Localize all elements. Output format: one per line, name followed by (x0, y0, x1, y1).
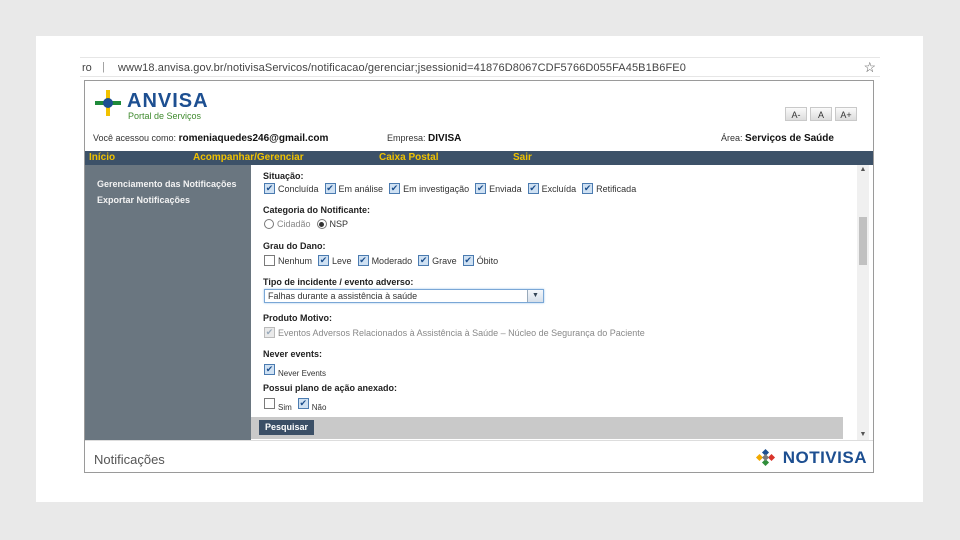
produto-label: Produto Motivo: (263, 313, 332, 323)
bookmark-star-icon[interactable]: ☆ (863, 59, 876, 76)
sidebar-item-exportar[interactable]: Exportar Notificações (97, 195, 190, 205)
situacao-option-label: Enviada (489, 183, 522, 194)
notivisa-logo: NOTIVISA (755, 448, 867, 468)
plano-label: Possui plano de ação anexado: (263, 383, 398, 393)
company-name: DIVISA (428, 133, 462, 144)
plano-checkbox-nao[interactable]: ✔ (297, 398, 309, 409)
site-header: ANVISA Portal de Serviços A- A A+ Você a… (85, 81, 873, 151)
produto-checkbox: ✔ (264, 327, 275, 338)
situacao-option-label: Excluída (541, 183, 577, 194)
font-reset-button[interactable]: A (810, 107, 832, 121)
produto-option-label: Eventos Adversos Relacionados à Assistên… (278, 327, 645, 338)
situacao-checkbox[interactable]: ✔ (582, 183, 594, 194)
plano-options: Sim ✔ Não (264, 395, 332, 412)
footer-title: Notificações (94, 452, 165, 467)
chevron-down-icon[interactable]: ▼ (527, 290, 543, 302)
browser-page: ANVISA Portal de Serviços A- A A+ Você a… (84, 80, 874, 473)
vertical-scrollbar[interactable]: ▲ ▼ (857, 165, 869, 440)
grau-options: Nenhum ✔ Leve ✔ Moderado ✔ Grave ✔ Óbito (264, 255, 504, 266)
scroll-up-icon[interactable]: ▲ (857, 165, 869, 175)
grau-option-label: Moderado (371, 255, 413, 266)
categoria-label: Categoria do Notificante: (263, 205, 371, 215)
anvisa-logo-icon (95, 90, 121, 116)
categoria-radio-nsp[interactable] (316, 219, 327, 229)
grau-option-label: Óbito (476, 255, 499, 266)
grau-checkbox[interactable]: ✔ (357, 255, 369, 266)
categoria-option-label: Cidadão (277, 219, 311, 229)
sidebar-item-gerenciamento[interactable]: Gerenciamento das Notificações (97, 179, 237, 189)
never-options: ✔ Never Events (264, 361, 332, 378)
area-info: Área: Serviços de Saúde (721, 133, 834, 144)
never-label: Never events: (263, 349, 323, 359)
font-increase-button[interactable]: A+ (835, 107, 857, 121)
search-bar: Pesquisar (251, 417, 843, 439)
user-label: Você acessou como: (93, 133, 177, 143)
situacao-checkbox[interactable]: ✔ (475, 183, 487, 194)
plano-option-label: Sim (278, 403, 292, 412)
company-info: Empresa: DIVISA (387, 133, 461, 144)
menu-item-sair[interactable]: Sair (513, 152, 532, 163)
address-url[interactable]: www18.anvisa.gov.br/notivisaServicos/not… (118, 62, 686, 74)
menu-item-acompanhar[interactable]: Acompanhar/Gerenciar (193, 152, 304, 163)
situacao-checkbox[interactable]: ✔ (527, 183, 539, 194)
produto-options: ✔ Eventos Adversos Relacionados à Assistê… (264, 327, 651, 338)
tipo-label: Tipo de incidente / evento adverso: (263, 277, 414, 287)
grau-option-label: Grave (432, 255, 457, 266)
tipo-selected-value: Falhas durante a assistência à saúde (268, 291, 418, 301)
menu-item-inicio[interactable]: Início (89, 152, 115, 163)
categoria-radio-cidadao[interactable] (264, 219, 274, 229)
plano-option-label: Não (311, 403, 327, 412)
situacao-checkbox[interactable]: ✔ (389, 183, 401, 194)
user-info-bar: Você acessou como: romeniaquedes246@gmai… (85, 129, 873, 149)
situacao-label: Situação: (263, 171, 304, 181)
user-info: Você acessou como: romeniaquedes246@gmai… (93, 133, 328, 144)
font-decrease-button[interactable]: A- (785, 107, 807, 121)
search-button[interactable]: Pesquisar (259, 420, 315, 435)
grau-checkbox[interactable] (264, 255, 275, 266)
grau-checkbox[interactable]: ✔ (318, 255, 330, 266)
situacao-option-label: Retificada (596, 183, 637, 194)
font-size-controls: A- A A+ (785, 107, 857, 121)
area-name: Serviços de Saúde (745, 133, 834, 144)
situacao-checkbox[interactable]: ✔ (264, 183, 275, 194)
brand-name: ANVISA (127, 90, 209, 112)
address-prefix: ro (82, 62, 92, 74)
never-checkbox[interactable]: ✔ (264, 364, 275, 375)
page-footer: Notificações NOTIVISA (85, 440, 873, 472)
notivisa-mark-icon (755, 448, 779, 468)
sidebar: Gerenciamento das Notificações Exportar … (85, 165, 251, 440)
brand-subtitle: Portal de Serviços (128, 111, 202, 121)
plano-checkbox-sim[interactable] (264, 398, 275, 409)
company-label: Empresa: (387, 133, 426, 143)
user-email: romeniaquedes246@gmail.com (178, 133, 329, 144)
filter-form: Situação: ✔ Concluída ✔ Em análise ✔ Em inv… (251, 165, 843, 425)
grau-label: Grau do Dano: (263, 241, 326, 251)
situacao-option-label: Concluída (278, 183, 319, 194)
categoria-options: Cidadão NSP (264, 219, 354, 229)
situacao-option-label: Em investigação (403, 183, 470, 194)
never-option-label: Never Events (278, 369, 327, 378)
grau-option-label: Nenhum (278, 255, 313, 266)
situacao-options: ✔ Concluída ✔ Em análise ✔ Em investigação … (264, 183, 642, 194)
scroll-down-icon[interactable]: ▼ (857, 430, 869, 440)
menu-item-caixa-postal[interactable]: Caixa Postal (379, 152, 438, 163)
situacao-checkbox[interactable]: ✔ (324, 183, 336, 194)
main-menu: Início Acompanhar/Gerenciar Caixa Postal… (85, 151, 873, 165)
tipo-incidente-select[interactable]: Falhas durante a assistência à saúde ▼ (264, 289, 544, 303)
grau-option-label: Leve (332, 255, 352, 266)
scroll-thumb[interactable] (859, 217, 867, 265)
notivisa-logo-text: NOTIVISA (782, 448, 867, 467)
browser-address-bar[interactable]: ro | www18.anvisa.gov.br/notivisaServico… (80, 57, 880, 77)
grau-checkbox[interactable]: ✔ (462, 255, 474, 266)
categoria-option-label: NSP (329, 219, 349, 229)
area-label: Área: (721, 133, 743, 143)
situacao-option-label: Em análise (338, 183, 384, 194)
address-separator: | (102, 61, 105, 73)
grau-checkbox[interactable]: ✔ (418, 255, 430, 266)
